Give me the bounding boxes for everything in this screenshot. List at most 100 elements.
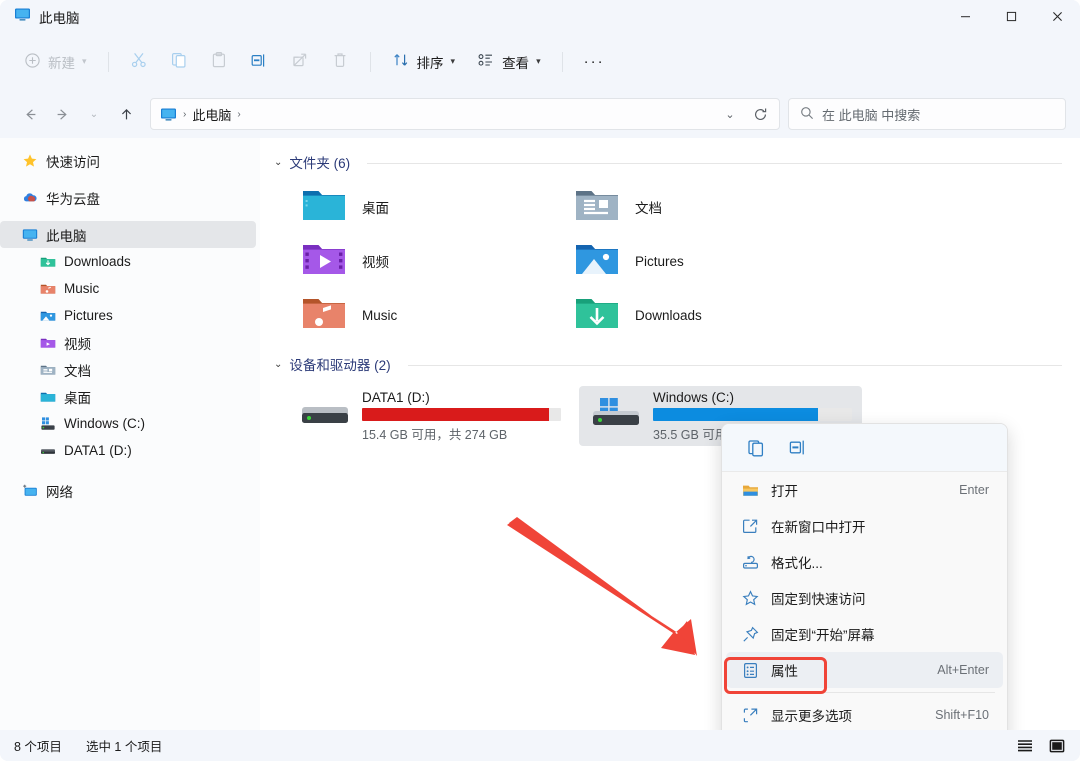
folder-tile-documents[interactable]: 文档 [563, 180, 836, 234]
chevron-down-icon[interactable]: ⌄ [274, 359, 282, 370]
context-menu-header [722, 424, 1007, 472]
rename-button[interactable] [240, 45, 279, 79]
folder-tile-label: Downloads [635, 307, 702, 323]
drive-capacity-label: 15.4 GB 可用，共 274 GB [362, 428, 508, 442]
desktop-folder-icon [302, 186, 346, 229]
context-menu-item-label: 固定到“开始”屏幕 [771, 628, 875, 643]
share-button[interactable] [281, 45, 319, 79]
new-button[interactable]: 新建 ▾ [14, 45, 97, 79]
context-menu-item-pin-start[interactable]: 固定到“开始”屏幕 [726, 616, 1003, 652]
sidebar-item-desktop[interactable]: 桌面 [0, 383, 256, 410]
plus-circle-icon [24, 52, 41, 72]
sort-button[interactable]: 排序 ▾ [382, 45, 466, 79]
up-button[interactable] [110, 98, 142, 130]
search-input[interactable]: 在 此电脑 中搜索 [822, 105, 920, 124]
chevron-down-icon[interactable]: ⌄ [274, 157, 282, 168]
drives-section-header[interactable]: ⌄ 设备和驱动器 (2) [260, 342, 1080, 374]
context-menu-item-format[interactable]: 格式化... [726, 544, 1003, 580]
minimize-button[interactable] [942, 0, 988, 33]
maximize-button[interactable] [988, 0, 1034, 33]
breadcrumb: › 此电脑 › [160, 105, 715, 124]
cloud-icon [22, 190, 38, 206]
star-icon [22, 153, 38, 169]
sort-button-label: 排序 [416, 55, 444, 71]
breadcrumb-separator-2[interactable]: › [237, 109, 240, 120]
chevron-down-icon: ▾ [536, 56, 541, 66]
sidebar-item-label: DATA1 (D:) [64, 443, 132, 458]
copy-icon [170, 51, 188, 72]
search-box[interactable]: 在 此电脑 中搜索 [788, 98, 1066, 130]
context-menu-item-pin-quick-access[interactable]: 固定到快速访问 [726, 580, 1003, 616]
forward-button[interactable] [46, 98, 78, 130]
breadcrumb-item-this-pc[interactable]: 此电脑 [192, 105, 231, 124]
downloads-folder-icon [40, 254, 56, 270]
delete-button[interactable] [321, 45, 359, 79]
windows-drive-icon [591, 397, 641, 436]
pin-icon [742, 626, 759, 643]
back-button[interactable] [14, 98, 46, 130]
context-menu-item-properties[interactable]: 属性 Alt+Enter [726, 652, 1003, 688]
sidebar-item-downloads[interactable]: Downloads [0, 248, 256, 275]
more-options-button[interactable]: ··· [574, 45, 615, 79]
view-button[interactable]: 查看 ▾ [467, 45, 551, 79]
view-mode-buttons [1012, 735, 1070, 757]
drive-info: DATA1 (D:) 15.4 GB 可用，共 274 GB [362, 389, 561, 443]
view-icon [477, 51, 495, 72]
new-window-icon [742, 518, 759, 535]
sidebar-item-label: Windows (C:) [64, 416, 146, 431]
drive-name: Windows (C:) [653, 390, 735, 405]
context-rename-button[interactable] [780, 432, 816, 464]
sidebar-item-documents[interactable]: 文档 [0, 356, 256, 383]
sort-icon [392, 51, 410, 72]
sidebar-item-data1-d[interactable]: DATA1 (D:) [0, 437, 256, 464]
pictures-folder-icon [40, 308, 56, 324]
address-dropdown-button[interactable]: ⌄ [715, 100, 745, 128]
sidebar-item-music[interactable]: Music [0, 275, 256, 302]
toolbar: 新建 ▾ 排序 ▾ 查看 ▾ ··· [0, 33, 1080, 90]
refresh-button[interactable] [745, 100, 775, 128]
more-options-icon [742, 707, 759, 724]
cut-button[interactable] [120, 45, 158, 79]
network-icon [22, 483, 38, 499]
sidebar-item-network[interactable]: 网络 [0, 477, 256, 504]
folder-tile-label: 桌面 [362, 201, 389, 216]
sidebar-item-videos[interactable]: 视频 [0, 329, 256, 356]
sidebar-item-label: Pictures [64, 308, 113, 323]
sidebar-item-pictures[interactable]: Pictures [0, 302, 256, 329]
view-button-label: 查看 [502, 55, 530, 71]
context-menu-item-open[interactable]: 打开 Enter [726, 472, 1003, 508]
sidebar-item-label: 桌面 [64, 390, 91, 406]
large-icons-view-button[interactable] [1044, 735, 1070, 757]
paste-icon [210, 51, 228, 72]
context-copy-button[interactable] [738, 432, 774, 464]
sidebar-item-quick-access[interactable]: 快速访问 [0, 147, 256, 174]
format-disk-icon [742, 554, 759, 571]
folder-tile-music[interactable]: Music [290, 288, 563, 342]
folder-tile-videos[interactable]: 视频 [290, 234, 563, 288]
properties-icon [742, 662, 759, 679]
folders-section-header[interactable]: ⌄ 文件夹 (6) [260, 138, 1080, 172]
breadcrumb-bar[interactable]: › 此电脑 › ⌄ [150, 98, 780, 130]
close-button[interactable] [1034, 0, 1080, 33]
drive-tile-data1[interactable]: DATA1 (D:) 15.4 GB 可用，共 274 GB [288, 386, 571, 446]
details-view-button[interactable] [1012, 735, 1038, 757]
copy-button[interactable] [160, 45, 198, 79]
folder-tile-desktop[interactable]: 桌面 [290, 180, 563, 234]
context-menu-item-accel: Enter [959, 483, 989, 497]
sidebar-item-this-pc[interactable]: 此电脑 [0, 221, 256, 248]
paste-button[interactable] [200, 45, 238, 79]
context-menu-item-label: 在新窗口中打开 [771, 520, 866, 535]
sidebar-item-huawei-cloud[interactable]: 华为云盘 [0, 184, 256, 211]
rename-icon [250, 51, 269, 73]
history-dropdown-button[interactable]: ⌄ [78, 98, 110, 130]
folder-tile-pictures[interactable]: Pictures [563, 234, 836, 288]
context-menu-item-show-more-options[interactable]: 显示更多选项 Shift+F10 [726, 697, 1003, 733]
sidebar-item-windows-c[interactable]: Windows (C:) [0, 410, 256, 437]
context-menu: 打开 Enter 在新窗口中打开 格式化... 固定到快速访问 固定到“开始”屏… [721, 423, 1008, 745]
context-menu-divider [734, 692, 995, 693]
context-menu-item-open-new-window[interactable]: 在新窗口中打开 [726, 508, 1003, 544]
title-bar-left: 此电脑 [0, 6, 80, 28]
chevron-down-icon: ▾ [82, 56, 87, 66]
folder-tile-downloads[interactable]: Downloads [563, 288, 836, 342]
